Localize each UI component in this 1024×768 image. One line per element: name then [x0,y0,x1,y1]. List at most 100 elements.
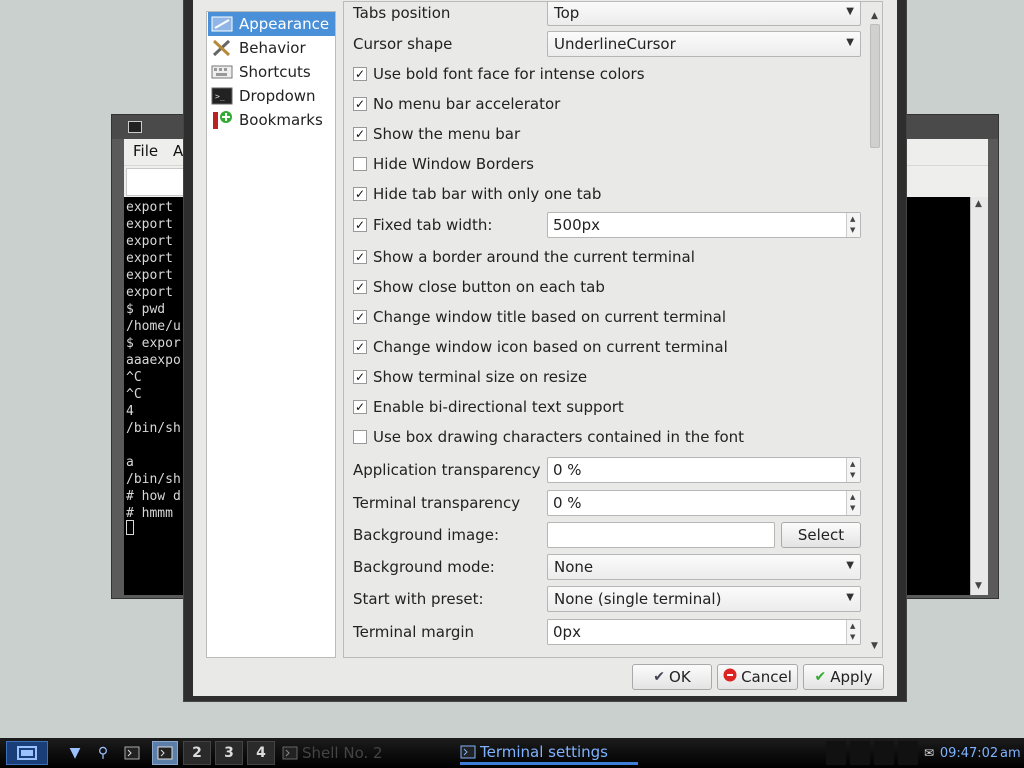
window-title-checkbox-row[interactable]: ✓ Change window title based on current t… [353,306,726,328]
background-mode-combo[interactable]: None ▼ [547,554,861,580]
checkbox[interactable]: ✓ [353,127,367,141]
terminal-settings-dialog: Appearance Behavior Shortcuts >_ Dropdow… [183,0,907,702]
window-list-icon[interactable]: ▼ [62,741,88,765]
scroll-up-icon[interactable]: ▲ [871,11,878,21]
checkbox[interactable]: ✓ [353,400,367,414]
select-image-button[interactable]: Select [781,522,861,548]
apply-button[interactable]: ✔ Apply [803,664,884,690]
toolbar-field[interactable] [126,168,186,196]
spin-buttons: ▲ ▼ [846,458,860,482]
app-transparency-spinbox[interactable]: 0 % ▲ ▼ [547,457,861,483]
checkbox-label: Use bold font face for intense colors [373,65,645,83]
terminal-line: a [126,455,134,470]
checkbox[interactable]: ✓ [353,310,367,324]
terminal-launcher-icon[interactable] [120,741,144,765]
tabs-position-combo[interactable]: Top ▼ [547,2,861,26]
nav-item-shortcuts[interactable]: Shortcuts [208,60,335,84]
tray-slot[interactable] [826,741,846,765]
spin-value: 0 % [553,494,582,512]
window-icon-checkbox-row[interactable]: ✓ Change window icon based on current te… [353,336,728,358]
start-menu-button[interactable] [6,741,48,765]
spin-buttons: ▲ ▼ [846,491,860,515]
task-terminal-settings[interactable]: Terminal settings [460,741,638,765]
nav-item-appearance[interactable]: Appearance [208,12,335,36]
desktop-3-button[interactable]: 3 [215,741,243,765]
terminal-line: export [126,234,173,249]
checkbox-label: Show terminal size on resize [373,368,588,386]
box-drawing-checkbox-row[interactable]: Use box drawing characters contained in … [353,426,744,448]
checkbox[interactable]: ✓ [353,250,367,264]
search-icon[interactable]: ⚲ [92,741,114,765]
menu-file[interactable]: File [133,142,158,160]
spin-up-icon[interactable]: ▲ [850,493,855,501]
checkbox[interactable] [353,430,367,444]
terminal-margin-spinbox[interactable]: 0px ▲ ▼ [547,619,861,645]
ok-button[interactable]: ✔ OK [632,664,712,690]
fixed-tab-width-checkbox-row[interactable]: ✓ Fixed tab width: [353,214,492,236]
desktop-4-button[interactable]: 4 [247,741,275,765]
tools-icon [211,38,233,58]
combo-value: UnderlineCursor [554,35,676,53]
spin-up-icon[interactable]: ▲ [850,215,855,223]
background-image-input[interactable] [547,522,775,548]
desktop-2-button[interactable]: 2 [183,741,211,765]
clock-ampm: am [1000,745,1021,761]
bold-font-checkbox-row[interactable]: ✓ Use bold font face for intense colors [353,63,645,85]
spin-up-icon[interactable]: ▲ [850,460,855,468]
appearance-settings-panel: Tabs position Top ▼ Cursor shape Underli… [343,1,883,658]
checkbox[interactable]: ✓ [353,340,367,354]
task-label: Shell No. 2 [302,744,383,762]
terminal-scrollbar[interactable]: ▲ ▼ [970,197,988,595]
terminal-transparency-spinbox[interactable]: 0 % ▲ ▼ [547,490,861,516]
nav-item-bookmarks[interactable]: Bookmarks [208,108,335,132]
checkbox[interactable] [353,157,367,171]
checkmark-icon: ✔ [653,669,666,685]
checkbox[interactable]: ✓ [353,97,367,111]
settings-scrollbar[interactable]: ▲ ▼ [869,10,881,653]
current-terminal-border-checkbox-row[interactable]: ✓ Show a border around the current termi… [353,246,695,268]
start-preset-combo[interactable]: None (single terminal) ▼ [547,586,861,612]
spin-value: 0px [553,623,581,641]
bidi-checkbox-row[interactable]: ✓ Enable bi-directional text support [353,396,624,418]
nav-item-behavior[interactable]: Behavior [208,36,335,60]
close-button-checkbox-row[interactable]: ✓ Show close button on each tab [353,276,605,298]
hide-tab-bar-checkbox-row[interactable]: ✓ Hide tab bar with only one tab [353,183,601,205]
task-shell-no-2[interactable]: Shell No. 2 [282,741,452,765]
terminal-line: /home/u [126,319,181,334]
spin-up-icon[interactable]: ▲ [850,622,855,630]
spin-down-icon[interactable]: ▼ [850,471,855,479]
nav-item-dropdown[interactable]: >_ Dropdown [208,84,335,108]
checkbox[interactable]: ✓ [353,67,367,81]
checkbox[interactable]: ✓ [353,187,367,201]
combo-value: None [554,558,594,576]
checkbox[interactable]: ✓ [353,370,367,384]
cursor-shape-combo[interactable]: UnderlineCursor ▼ [547,31,861,57]
checkbox[interactable]: ✓ [353,280,367,294]
tray-slot[interactable] [850,741,870,765]
fixed-tab-width-spinbox[interactable]: 500px ▲ ▼ [547,212,861,238]
terminal-size-checkbox-row[interactable]: ✓ Show terminal size on resize [353,366,587,388]
tray-slot[interactable] [898,741,918,765]
no-menu-accelerator-checkbox-row[interactable]: ✓ No menu bar accelerator [353,93,560,115]
desktop-1-button[interactable] [152,741,178,765]
spin-down-icon[interactable]: ▼ [850,504,855,512]
scroll-thumb[interactable] [870,24,880,148]
checkbox-label: No menu bar accelerator [373,95,561,113]
hide-window-borders-checkbox-row[interactable]: Hide Window Borders [353,153,534,175]
checkbox[interactable]: ✓ [353,218,367,232]
menu-a[interactable]: A [173,142,183,160]
button-label: Apply [830,668,873,686]
cancel-button[interactable]: Cancel [717,664,798,690]
mail-icon[interactable]: ✉ [922,741,936,765]
show-menu-bar-checkbox-row[interactable]: ✓ Show the menu bar [353,123,520,145]
scroll-down-icon[interactable]: ▼ [871,641,878,651]
scroll-down-icon[interactable]: ▼ [975,581,982,591]
spin-down-icon[interactable]: ▼ [850,633,855,641]
terminal-cursor [126,520,134,535]
scroll-up-icon[interactable]: ▲ [975,199,982,209]
tray-slot[interactable] [874,741,894,765]
cursor-shape-label: Cursor shape [353,35,453,53]
terminal-icon [460,745,476,758]
clock-time[interactable]: 09:47:02 [940,741,998,765]
spin-down-icon[interactable]: ▼ [850,226,855,234]
